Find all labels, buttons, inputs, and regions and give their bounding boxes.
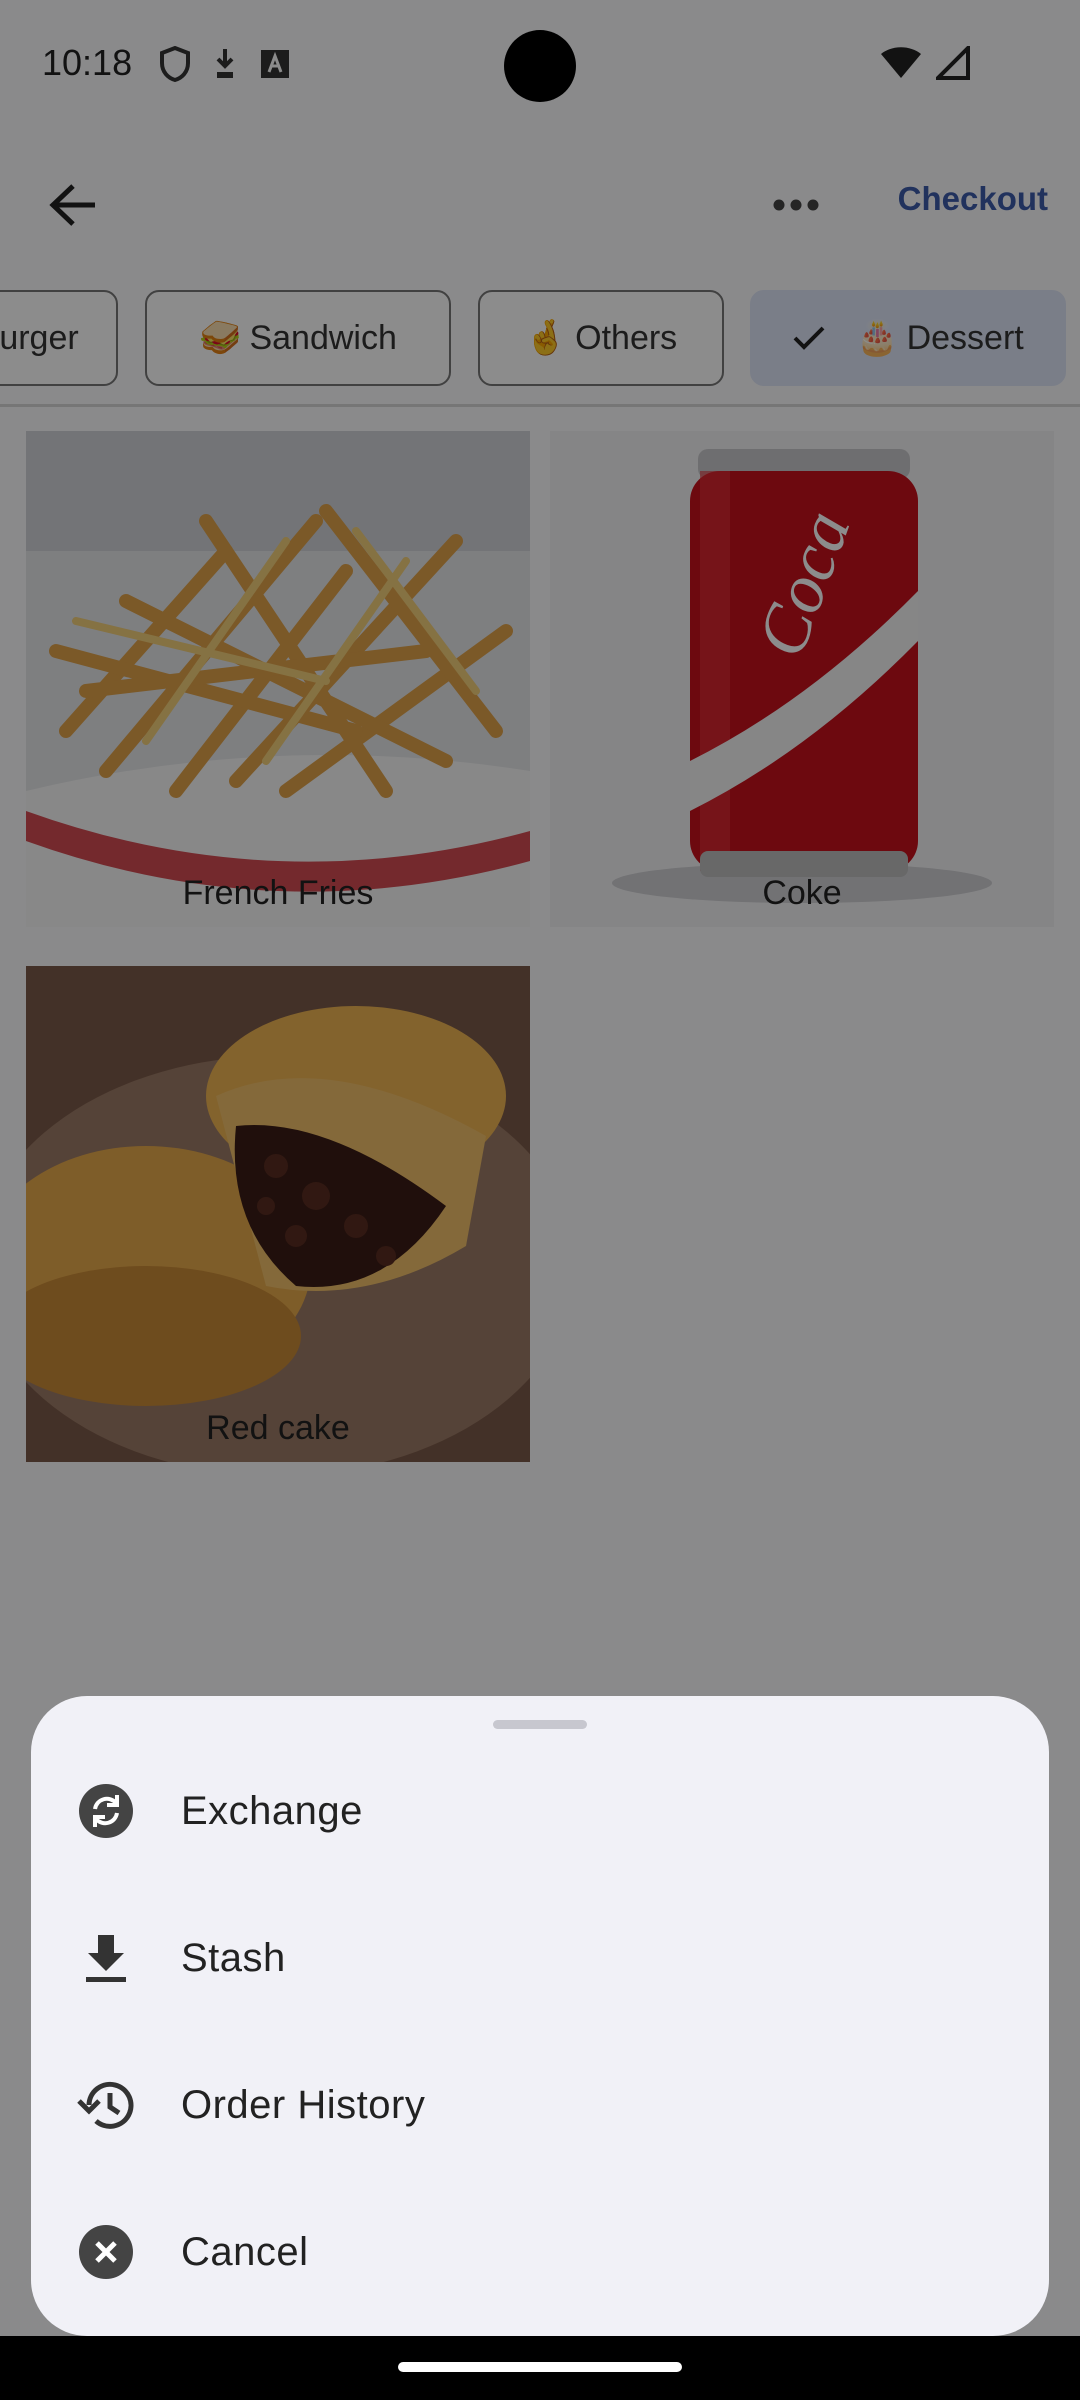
sheet-item-cancel[interactable]: Cancel <box>31 2187 1049 2317</box>
cancel-icon <box>76 2222 136 2282</box>
history-icon <box>76 2075 136 2135</box>
exchange-icon <box>76 1781 136 1841</box>
sheet-item-label: Stash <box>181 1935 286 1980</box>
sheet-item-label: Cancel <box>181 2229 309 2274</box>
sheet-item-label: Order History <box>181 2082 426 2127</box>
download-icon <box>76 1928 136 1988</box>
bottom-sheet: Exchange Stash Order History Cancel <box>31 1696 1049 2336</box>
home-indicator[interactable] <box>398 2362 682 2372</box>
sheet-item-order-history[interactable]: Order History <box>31 2040 1049 2170</box>
drag-handle[interactable] <box>493 1720 587 1729</box>
sheet-item-stash[interactable]: Stash <box>31 1893 1049 2023</box>
app-screen: 10:18 Checkout urger 🥪 Sandwich 🤞 Others… <box>0 0 1080 2400</box>
system-nav-bar <box>0 2336 1080 2400</box>
sheet-item-exchange[interactable]: Exchange <box>31 1746 1049 1876</box>
sheet-item-label: Exchange <box>181 1788 363 1833</box>
